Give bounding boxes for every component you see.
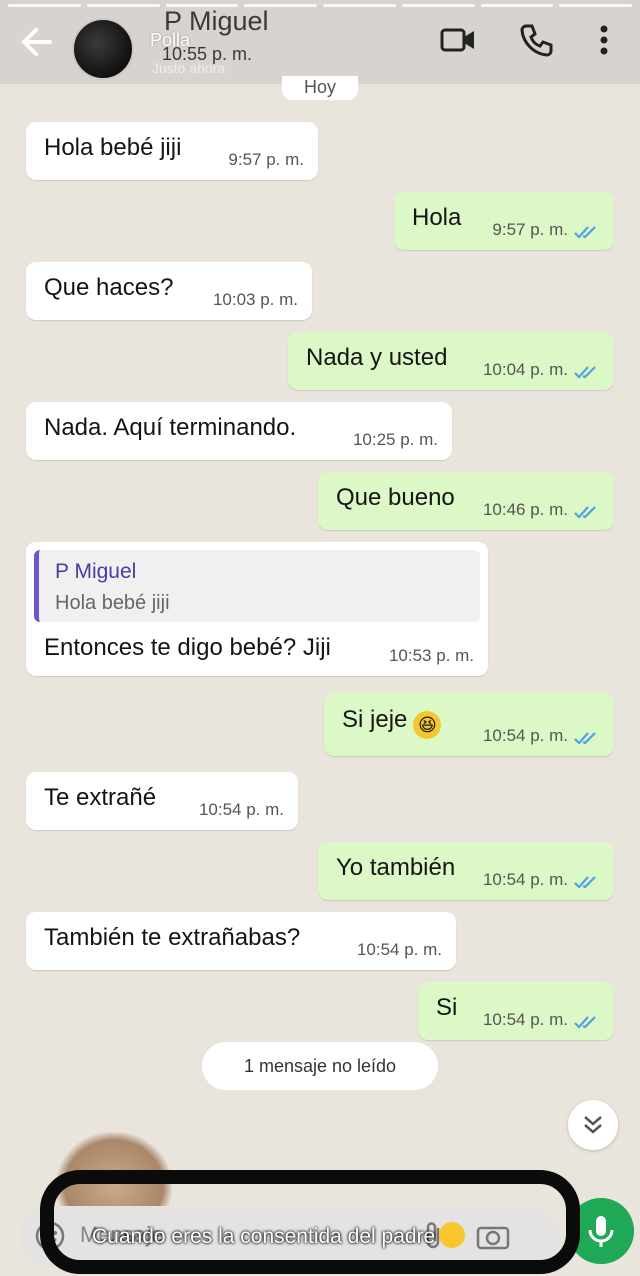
- emoji-icon[interactable]: [34, 1220, 66, 1252]
- message-time: 9:57 p. m.: [228, 150, 304, 169]
- quoted-message[interactable]: P Miguel Hola bebé jiji: [34, 550, 480, 622]
- message-incoming[interactable]: Que haces? 10:03 p. m.: [26, 262, 312, 320]
- message-text: Nada y usted: [306, 344, 448, 371]
- quoted-text: Hola bebé jiji: [55, 592, 170, 614]
- message-text: Entonces te digo bebé? Jiji: [44, 634, 331, 661]
- message-text: Que haces?: [44, 274, 174, 301]
- blushing-face-emoji-icon: [439, 1222, 466, 1248]
- mic-button-icon[interactable]: [568, 1198, 634, 1264]
- camera-icon[interactable]: [476, 1222, 510, 1250]
- scroll-down-icon[interactable]: [568, 1100, 618, 1150]
- message-time: 10:54 p. m.: [198, 800, 284, 819]
- message-outgoing[interactable]: Hola 9:57 p. m.: [394, 192, 614, 250]
- message-time: 10:53 p. m.: [388, 646, 474, 665]
- date-chip: Hoy: [282, 76, 358, 100]
- message-outgoing[interactable]: Nada y usted 10:04 p. m.: [288, 332, 614, 390]
- laughing-face-emoji-icon: 😆: [413, 711, 442, 739]
- message-text: También te extrañabas?: [44, 924, 301, 951]
- read-ticks-icon: [574, 226, 596, 239]
- message-outgoing[interactable]: Yo también 10:54 p. m.: [318, 842, 614, 900]
- read-ticks-icon: [574, 1016, 596, 1029]
- avatar[interactable]: [72, 18, 134, 80]
- message-text: Hola bebé jiji: [44, 134, 182, 161]
- message-time: 10:54 p. m.: [482, 1010, 568, 1029]
- unread-messages-chip: 1 mensaje no leído: [202, 1042, 438, 1090]
- video-call-icon[interactable]: [438, 20, 478, 60]
- read-ticks-icon: [574, 732, 596, 745]
- message-text: Nada. Aquí terminando.: [44, 414, 297, 441]
- read-ticks-icon: [574, 366, 596, 379]
- message-text: Hola: [412, 204, 462, 231]
- message-outgoing[interactable]: Si jeje 😆 10:54 p. m.: [324, 692, 614, 756]
- message-time: 10:46 p. m.: [482, 500, 568, 519]
- message-outgoing[interactable]: Que bueno 10:46 p. m.: [318, 472, 614, 530]
- message-incoming[interactable]: Hola bebé jiji 9:57 p. m.: [26, 122, 318, 180]
- quoted-author: P Miguel: [55, 560, 137, 583]
- message-text: Si: [436, 994, 458, 1021]
- chat-header: P Miguel Polla 10:55 p. m. Justo ahora: [0, 0, 640, 84]
- message-time: 10:54 p. m.: [482, 726, 568, 745]
- message-text: Que bueno: [336, 484, 455, 511]
- read-ticks-icon: [574, 876, 596, 889]
- message-time: 9:57 p. m.: [492, 220, 568, 239]
- message-text: Yo también: [336, 854, 456, 881]
- message-incoming[interactable]: También te extrañabas? 10:54 p. m.: [26, 912, 456, 970]
- message-time: 10:54 p. m.: [482, 870, 568, 889]
- phone-icon[interactable]: [516, 20, 556, 60]
- read-ticks-icon: [574, 506, 596, 519]
- message-incoming-reply[interactable]: P Miguel Hola bebé jiji Entonces te digo…: [26, 542, 488, 676]
- message-incoming[interactable]: Nada. Aquí terminando. 10:25 p. m.: [26, 402, 452, 460]
- story-caption-text: Cuando eres la consentida del padre: [92, 1225, 436, 1248]
- message-outgoing[interactable]: Si 10:54 p. m.: [418, 982, 614, 1040]
- story-progress-bars: [8, 4, 632, 7]
- message-time: 10:25 p. m.: [352, 430, 438, 449]
- message-incoming[interactable]: Te extrañé 10:54 p. m.: [26, 772, 298, 830]
- story-subtitle: Justo ahora: [152, 60, 226, 76]
- message-text: Te extrañé: [44, 784, 157, 811]
- more-vert-icon[interactable]: [590, 20, 630, 60]
- story-caption: Cuando eres la consentida del padre: [92, 1222, 466, 1249]
- back-arrow-icon[interactable]: [20, 22, 54, 62]
- message-text: Si jeje: [342, 706, 408, 733]
- message-time: 10:03 p. m.: [212, 290, 298, 309]
- chat-area[interactable]: Hoy Hola bebé jiji 9:57 p. m. Hola 9:57 …: [0, 76, 640, 1222]
- message-time: 10:54 p. m.: [356, 940, 442, 959]
- message-time: 10:04 p. m.: [482, 360, 568, 379]
